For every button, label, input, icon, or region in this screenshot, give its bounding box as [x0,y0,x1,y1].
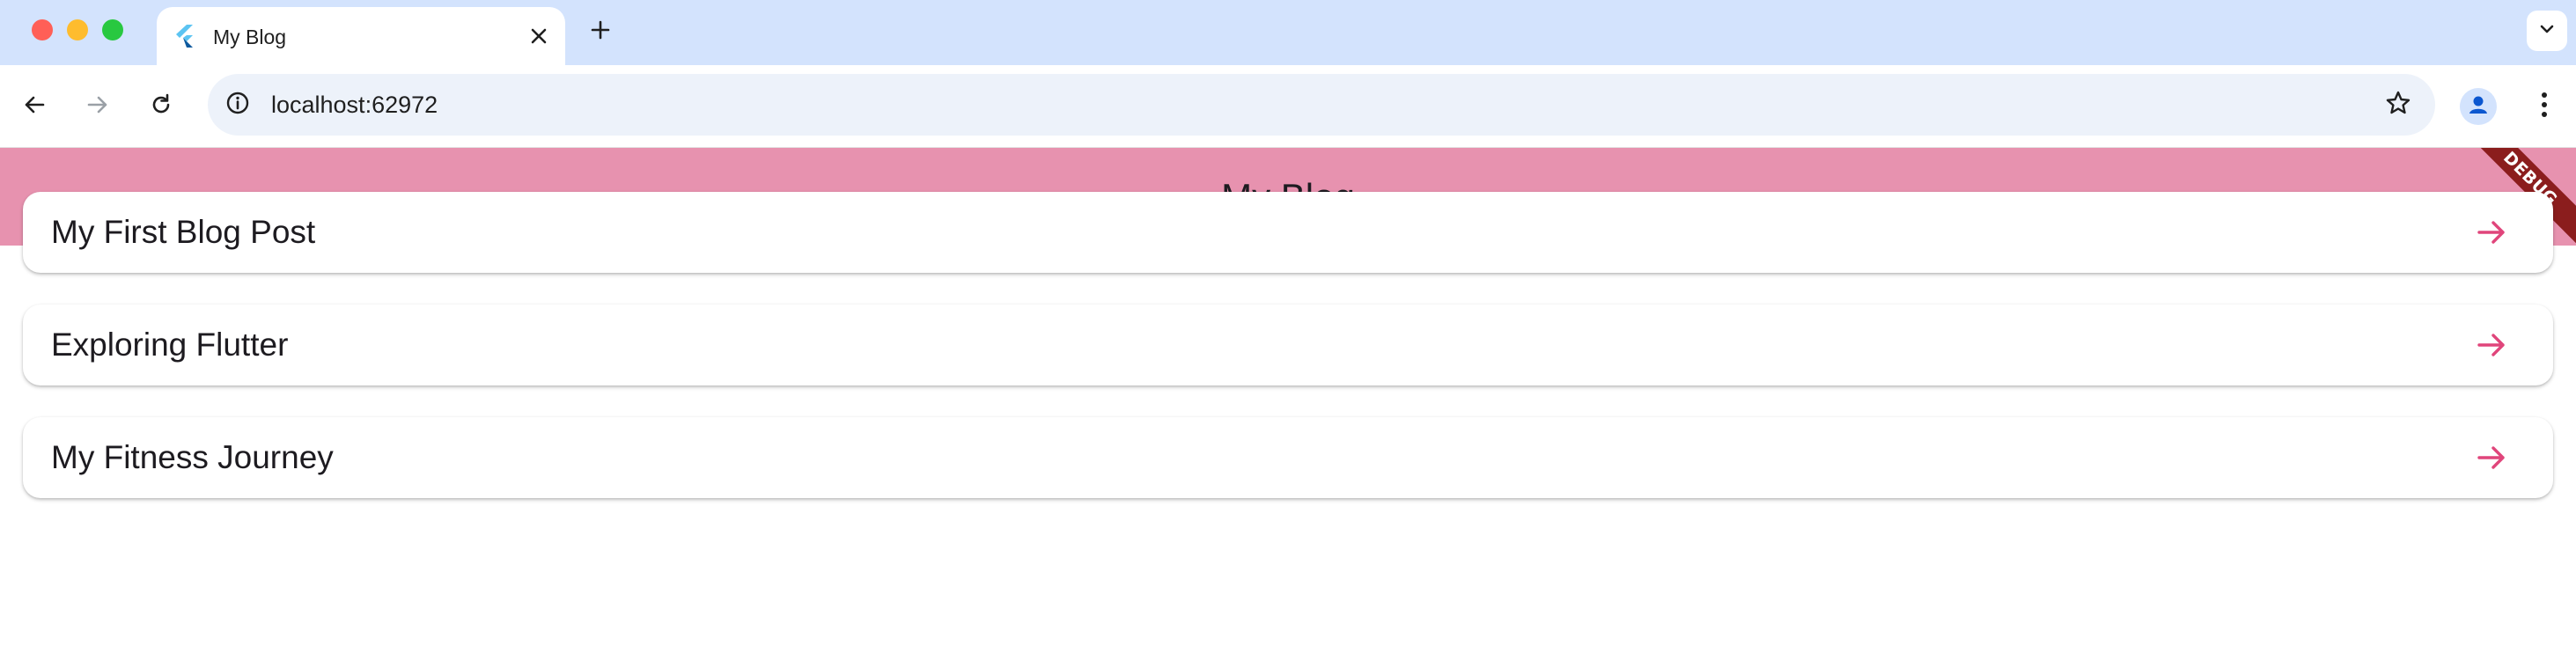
star-icon [2385,90,2411,121]
post-title: My Fitness Journey [51,439,334,475]
post-card[interactable]: My First Blog Post [23,192,2553,273]
url-text[interactable]: localhost:62972 [271,74,438,136]
reload-icon [149,92,173,121]
browser-menu-button[interactable] [2527,86,2562,127]
bookmark-button[interactable] [2377,84,2419,126]
new-tab-button[interactable] [583,14,618,49]
kebab-menu-icon [2541,92,2548,122]
address-bar[interactable]: localhost:62972 [208,74,2435,136]
tab-search-button[interactable] [2527,11,2567,51]
arrow-right-icon [2474,215,2509,250]
flutter-logo-icon [174,25,195,48]
post-title: My First Blog Post [51,214,316,250]
back-button[interactable] [12,84,56,128]
reload-button[interactable] [139,84,183,128]
post-card[interactable]: Exploring Flutter [23,305,2553,385]
browser-toolbar: localhost:62972 [0,65,2576,148]
person-icon [2466,92,2491,121]
post-card[interactable]: My Fitness Journey [23,417,2553,498]
plus-icon [590,19,611,45]
arrow-right-icon [2474,440,2509,475]
arrow-left-icon [22,92,47,121]
window-minimize-button[interactable] [67,19,88,40]
forward-button[interactable] [76,84,120,128]
arrow-right-icon [85,92,110,121]
tab-title: My Blog [213,26,287,48]
arrow-right-icon [2474,327,2509,363]
post-title: Exploring Flutter [51,327,289,363]
profile-button[interactable] [2460,88,2497,125]
close-icon[interactable] [525,22,553,50]
info-icon [225,91,250,120]
window-close-button[interactable] [32,19,53,40]
chevron-down-icon [2537,19,2557,43]
window-maximize-button[interactable] [102,19,123,40]
site-info-button[interactable] [217,84,259,126]
browser-tab-strip: My Blog [0,0,2576,65]
browser-tab[interactable]: My Blog [157,7,565,65]
